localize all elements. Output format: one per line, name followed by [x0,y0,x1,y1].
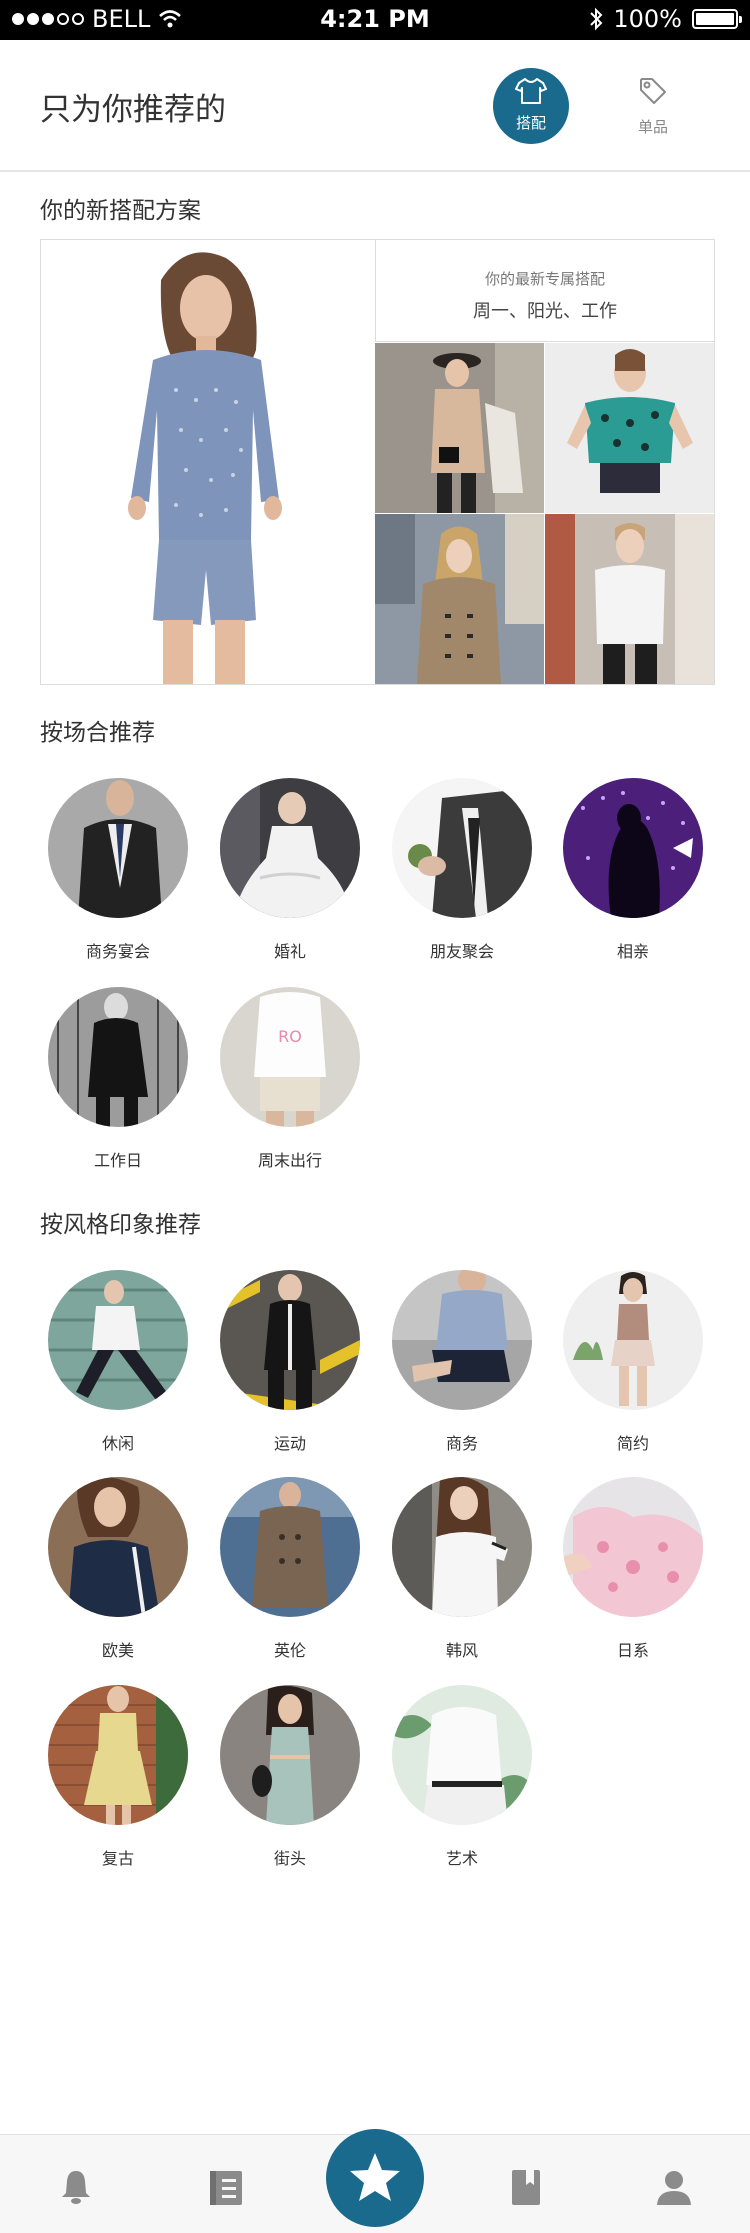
bookmark-icon [512,2170,540,2205]
style-item-korean[interactable]: 韩风 [392,1477,532,1661]
style-label: 商务 [445,1434,478,1453]
style-label: 休闲 [101,1434,134,1453]
battery-percent: 100% [613,5,682,33]
occasion-image [220,778,360,918]
style-label: 艺术 [445,1849,478,1868]
occasion-label: 朋友聚会 [429,942,494,961]
style-image [392,1270,532,1410]
occasion-image [48,987,188,1127]
style-image [220,1270,360,1410]
tab-outfit-label: 搭配 [515,114,546,132]
style-item-minimal[interactable]: 简约 [563,1270,703,1454]
style-item-art[interactable]: 艺术 [392,1685,532,1869]
occasion-image [48,778,188,918]
style-label: 复古 [101,1849,134,1868]
notebook-icon [210,2171,242,2205]
outfit-thumb-2[interactable] [545,343,714,513]
style-label: 韩风 [445,1641,478,1660]
style-item-street[interactable]: 街头 [220,1685,360,1869]
star-icon [350,2153,400,2201]
page-title: 只为你推荐的 [40,92,226,128]
new-outfit-section-title: 你的新搭配方案 [40,198,201,224]
tab-single-item[interactable]: 单品 [615,76,691,137]
occasion-image [392,778,532,918]
style-item-western[interactable]: 欧美 [48,1477,188,1661]
style-image [392,1477,532,1617]
style-label: 欧美 [101,1641,134,1660]
style-item-business[interactable]: 商务 [392,1270,532,1454]
occasion-image [563,778,703,918]
bottom-navigation [0,2129,750,2233]
outfit-thumb-1[interactable] [375,343,544,513]
outfit-subtitle: 你的最新专属搭配 [484,270,605,288]
page-header: 只为你推荐的 搭配 单品 [0,40,750,172]
tab-single-item-label: 单品 [637,118,668,136]
new-outfit-card[interactable]: 你的最新专属搭配 周一、阳光、工作 [40,239,715,685]
style-image [48,1685,188,1825]
style-item-japanese[interactable]: 日系 [563,1477,703,1661]
outfit-thumb-4[interactable] [545,514,714,684]
occasion-label: 周末出行 [257,1151,322,1170]
svg-text:RO: RO [278,1027,302,1046]
occasion-label: 婚礼 [273,942,306,961]
bell-icon [62,2171,90,2204]
style-label: 运动 [273,1434,306,1453]
occasion-item-blind-date[interactable]: 相亲 [563,778,703,962]
occasion-item-workday[interactable]: 工作日 [48,987,188,1171]
nav-notebook[interactable] [206,2167,246,2207]
outfit-info-panel: 你的最新专属搭配 周一、阳光、工作 [375,240,714,342]
nav-bookmark[interactable] [506,2167,546,2207]
style-item-british[interactable]: 英伦 [220,1477,360,1661]
tab-outfit[interactable]: 搭配 [493,68,569,144]
style-image [48,1270,188,1410]
occasion-section-title: 按场合推荐 [40,720,155,746]
occasion-label: 工作日 [93,1151,142,1170]
style-image [563,1477,703,1617]
style-image [220,1685,360,1825]
style-section-title: 按风格印象推荐 [40,1212,201,1238]
occasion-item-wedding[interactable]: 婚礼 [220,778,360,962]
occasion-item-friend-party[interactable]: 朋友聚会 [392,778,532,962]
occasion-item-weekend-outing[interactable]: RO 周末出行 [220,987,360,1171]
occasion-label: 商务宴会 [85,942,150,961]
shirt-icon [515,78,547,104]
occasion-label: 相亲 [616,942,649,961]
outfit-thumb-3[interactable] [375,514,544,684]
status-bar: BELL 4:21 PM 100% [0,0,750,40]
style-item-casual[interactable]: 休闲 [48,1270,188,1454]
tag-icon [640,78,666,104]
style-image [392,1685,532,1825]
outfit-tags: 周一、阳光、工作 [473,301,617,322]
style-label: 简约 [616,1434,649,1453]
nav-notifications[interactable] [56,2167,96,2207]
nav-profile[interactable] [654,2167,694,2207]
bluetooth-icon [590,7,603,31]
style-image [48,1477,188,1617]
nav-favorites-button[interactable] [326,2129,424,2227]
style-image [563,1270,703,1410]
occasion-image: RO [220,987,360,1127]
user-icon [657,2171,691,2205]
style-label: 街头 [273,1849,306,1868]
main-outfit-photo[interactable] [41,240,374,684]
style-item-retro[interactable]: 复古 [48,1685,188,1869]
style-label: 日系 [616,1641,649,1660]
style-image [220,1477,360,1617]
battery-icon [692,9,742,29]
style-label: 英伦 [273,1641,306,1660]
style-item-sport[interactable]: 运动 [220,1270,360,1454]
occasion-item-business-banquet[interactable]: 商务宴会 [48,778,188,962]
